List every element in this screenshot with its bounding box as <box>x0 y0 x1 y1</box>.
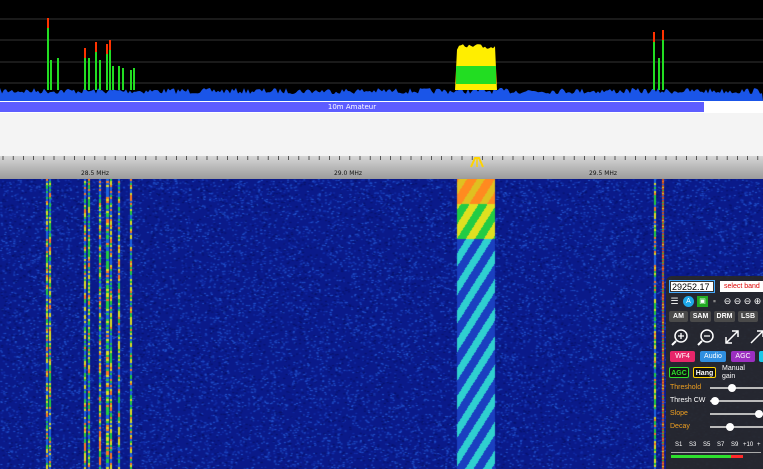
threshold-slider-thumb[interactable] <box>728 384 736 392</box>
tab-more[interactable] <box>759 351 763 362</box>
control-panel: 29252.17 select band ☰ A ▣ ▪ ⊖ ⊖ ⊖ ⊕ AM … <box>666 276 763 469</box>
passband-marker-icon[interactable] <box>469 156 485 168</box>
smeter-peak-bar <box>731 455 743 458</box>
decay-label: Decay <box>670 423 690 430</box>
plus-circle-icon[interactable]: ⊕ <box>752 296 763 307</box>
mode-lsb-button[interactable]: LSB <box>738 311 758 322</box>
smeter-label-s1: S1 <box>675 442 683 448</box>
mode-am-button[interactable]: AM <box>669 311 688 322</box>
menu-icon[interactable]: ☰ <box>669 296 680 307</box>
tab-wf[interactable]: WF4 <box>670 351 695 362</box>
decay-slider-thumb[interactable] <box>726 423 734 431</box>
smeter-label-plus: + <box>757 442 761 448</box>
grey-square-icon[interactable]: ▪ <box>709 296 720 307</box>
decay-slider-track[interactable] <box>710 426 763 428</box>
spectrum-gridlines <box>0 18 763 84</box>
mode-sam-button[interactable]: SAM <box>690 311 711 322</box>
agc-toggle-button[interactable]: AGC <box>669 367 689 378</box>
tab-audio[interactable]: Audio <box>700 351 726 362</box>
tick-label-29-0: 29.0 MHz <box>333 170 363 177</box>
spectrum-signals <box>0 18 763 101</box>
smeter-label-s7: S7 <box>717 442 725 448</box>
zoom-max-icon[interactable] <box>748 328 763 346</box>
smeter-label-plus10: +10 <box>743 442 754 448</box>
hang-toggle-button[interactable]: Hang <box>693 367 716 378</box>
slope-slider-thumb[interactable] <box>755 410 763 418</box>
smeter-level-bar <box>671 455 731 458</box>
zoom-in-icon[interactable] <box>671 328 689 346</box>
select-band-dropdown[interactable]: select band <box>720 281 763 292</box>
thresh-cw-label: Thresh CW <box>670 397 706 404</box>
zoom-band-icon[interactable] <box>723 328 741 346</box>
tick-label-29-5: 29.5 MHz <box>588 170 618 177</box>
waterfall-display[interactable] <box>0 179 763 469</box>
zoom-out-icon[interactable] <box>697 328 715 346</box>
tab-agc[interactable]: AGC <box>731 351 755 362</box>
frequency-input[interactable]: 29252.17 <box>669 280 715 293</box>
thresh-cw-slider-thumb[interactable] <box>711 397 719 405</box>
circle-a-icon[interactable]: A <box>683 296 694 307</box>
smeter-label-s9: S9 <box>731 442 739 448</box>
tick-label-28-5: 28.5 MHz <box>80 170 110 177</box>
slope-label: Slope <box>670 410 688 417</box>
frequency-scale[interactable]: 28.5 MHz 29.0 MHz 29.5 MHz <box>0 156 763 179</box>
mode-drm-button[interactable]: DRM <box>714 311 735 322</box>
band-strip: 10m Amateur <box>0 101 763 113</box>
smeter-label-s3: S3 <box>689 442 697 448</box>
scale-ticks <box>2 156 759 160</box>
smeter-scale-line <box>671 452 761 453</box>
band-area-background <box>0 113 763 156</box>
smeter-label-s5: S5 <box>703 442 711 448</box>
manual-gain-label[interactable]: Manual gain <box>722 365 754 381</box>
spectrum-display[interactable] <box>0 0 763 101</box>
green-square-icon[interactable]: ▣ <box>697 296 708 307</box>
band-label-10m-amateur[interactable]: 10m Amateur <box>0 102 704 112</box>
s-meter: S1 S3 S5 S7 S9 +10 + <box>669 442 763 466</box>
threshold-slider-track[interactable] <box>710 387 763 389</box>
threshold-label: Threshold <box>670 384 702 391</box>
